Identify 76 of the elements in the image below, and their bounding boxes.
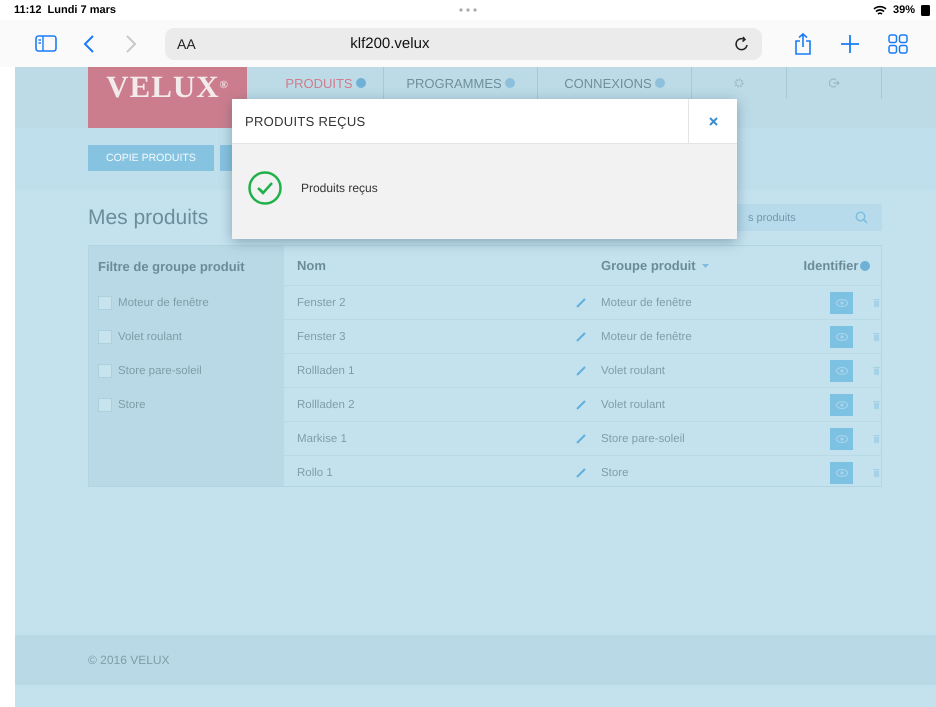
product-name: Fenster 3: [297, 330, 347, 342]
forward-icon[interactable]: [125, 34, 137, 54]
eye-icon: [836, 332, 848, 340]
filter-label: Store pare-soleil: [118, 365, 202, 377]
trash-icon[interactable]: [873, 366, 880, 375]
toolbar-button[interactable]: COPIE PRODUITS: [88, 145, 214, 171]
url-text: klf200.velux: [349, 35, 430, 52]
sidebar-icon[interactable]: [35, 35, 57, 52]
sort-icon: [702, 264, 709, 268]
identify-button[interactable]: [830, 428, 853, 450]
battery-percent: 39%: [892, 4, 915, 16]
eye-icon: [836, 400, 848, 408]
trash-icon[interactable]: [873, 468, 880, 477]
status-time: 11:12: [14, 4, 42, 16]
product-group: Store: [587, 466, 777, 478]
product-name: Markise 1: [297, 432, 348, 444]
eye-icon: [836, 366, 848, 374]
logout-icon: [828, 78, 840, 88]
trash-icon[interactable]: [873, 332, 880, 341]
wifi-icon: [872, 4, 887, 16]
checkbox[interactable]: [98, 330, 112, 344]
filter-title: Filtre de groupe produit: [98, 258, 246, 276]
product-name: Rollo 1: [297, 466, 334, 478]
page-heading: Mes produits: [88, 206, 208, 230]
reload-icon[interactable]: [734, 34, 750, 52]
close-icon: [708, 116, 718, 126]
identify-button[interactable]: [830, 326, 853, 348]
trash-icon[interactable]: [873, 298, 880, 307]
column-header: Identifier: [777, 258, 881, 273]
pencil-icon[interactable]: [576, 433, 587, 444]
eye-icon: [836, 468, 848, 476]
pencil-icon[interactable]: [576, 365, 587, 376]
settings-icon: [734, 78, 744, 88]
product-group: Store pare-soleil: [587, 432, 777, 444]
status-date: Lundi 7 mars: [48, 4, 116, 16]
text-size-button[interactable]: AA: [177, 36, 196, 52]
check-circle-icon: [248, 170, 282, 204]
battery-icon: [921, 4, 930, 16]
product-group: Volet roulant: [587, 364, 777, 376]
modal-message: Produits reçus: [301, 180, 378, 194]
identify-button[interactable]: [830, 394, 853, 416]
address-bar[interactable]: AA klf200.velux: [165, 28, 762, 60]
eye-icon: [836, 434, 848, 442]
back-icon[interactable]: [83, 34, 95, 54]
pencil-icon[interactable]: [576, 297, 587, 308]
checkbox[interactable]: [98, 398, 112, 412]
product-group: Moteur de fenêtre: [587, 296, 777, 308]
pencil-icon[interactable]: [576, 467, 587, 478]
product-group: Volet roulant: [587, 398, 777, 410]
identify-button[interactable]: [830, 360, 853, 382]
product-name: Rollladen 1: [297, 364, 356, 376]
checkbox[interactable]: [98, 364, 112, 378]
eye-icon: [836, 298, 848, 306]
plus-icon[interactable]: [840, 34, 860, 54]
filter-label: Volet roulant: [118, 331, 182, 343]
share-icon[interactable]: [794, 32, 812, 56]
pencil-icon[interactable]: [576, 331, 587, 342]
trash-icon[interactable]: [873, 434, 880, 443]
column-header[interactable]: Groupe produit: [587, 258, 777, 273]
product-name: Fenster 2: [297, 296, 347, 308]
tabs-icon[interactable]: [888, 34, 908, 54]
footer-text: © 2016 VELUX: [88, 653, 170, 667]
identify-button[interactable]: [830, 462, 853, 484]
pencil-icon[interactable]: [576, 399, 587, 410]
filter-label: Moteur de fenêtre: [118, 297, 209, 309]
trash-icon[interactable]: [873, 400, 880, 409]
checkbox[interactable]: [98, 296, 112, 310]
modal-title: PRODUITS REÇUS: [244, 112, 366, 131]
product-group: Moteur de fenêtre: [587, 330, 777, 342]
product-name: Rollladen 2: [297, 398, 356, 410]
identify-button[interactable]: [830, 292, 853, 314]
search-icon: [855, 211, 868, 224]
filter-label: Store: [118, 399, 146, 411]
logo[interactable]: VELUX$^{®}$: [88, 67, 247, 128]
more-icon: [459, 8, 477, 12]
column-header: Nom: [297, 258, 327, 273]
